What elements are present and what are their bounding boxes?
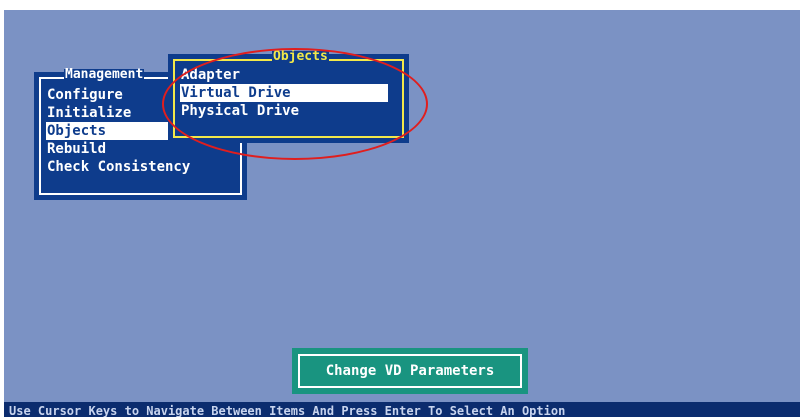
bios-screen: Management Configure Initialize Objects … <box>4 10 800 417</box>
objects-menu-title: Objects <box>272 49 329 64</box>
menu-item-rebuild[interactable]: Rebuild <box>46 140 106 158</box>
menu-item-configure[interactable]: Configure <box>46 86 123 104</box>
management-menu-title: Management <box>64 67 145 82</box>
action-panel: Change VD Parameters <box>292 348 528 394</box>
change-vd-parameters-button[interactable]: Change VD Parameters <box>298 354 522 388</box>
objects-menu: Objects Adapter Virtual Drive Physical D… <box>168 49 409 143</box>
status-bar: Use Cursor Keys to Navigate Between Item… <box>4 402 800 417</box>
menu-item-virtual-drive[interactable]: Virtual Drive <box>180 84 388 102</box>
menu-item-initialize[interactable]: Initialize <box>46 104 131 122</box>
menu-item-physical-drive[interactable]: Physical Drive <box>180 102 299 120</box>
menu-item-check-consistency[interactable]: Check Consistency <box>46 158 190 176</box>
menu-item-adapter[interactable]: Adapter <box>180 66 240 84</box>
